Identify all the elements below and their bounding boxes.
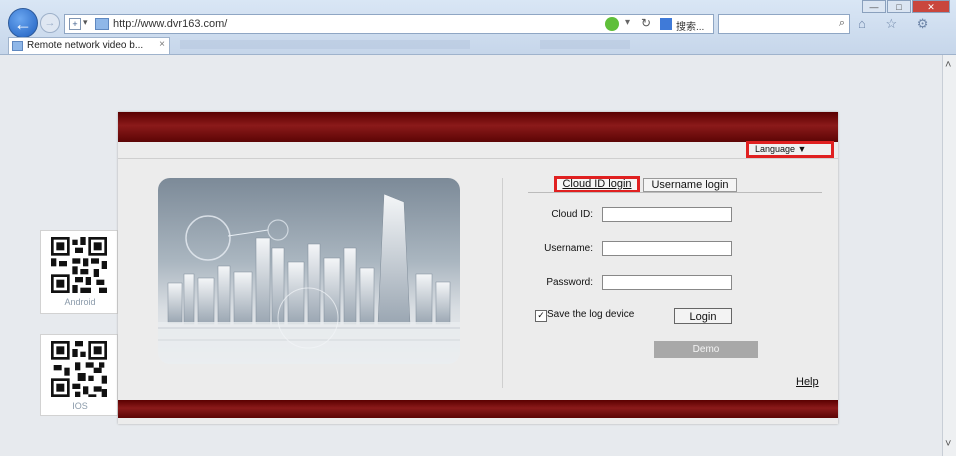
password-label: Password: <box>546 277 593 288</box>
save-device-label: Save the log device <box>547 309 635 320</box>
password-input[interactable] <box>602 275 732 290</box>
tab-underline <box>528 192 822 193</box>
header-divider <box>118 158 838 159</box>
username-label: Username: <box>544 243 593 254</box>
browser-chrome: ← → + ▾ http://www.dvr163.com/ ▾ ↻ 搜索...… <box>0 0 956 55</box>
tab-cloud-id-login[interactable]: Cloud ID login <box>554 176 640 193</box>
demo-button[interactable]: Demo <box>654 341 758 358</box>
username-input[interactable] <box>602 241 732 256</box>
qr-label-android: Android <box>64 297 96 307</box>
site-favicon-icon <box>95 18 109 30</box>
login-panel: Language ▼ Cloud ID login Username login… <box>118 112 838 424</box>
refresh-icon[interactable]: ↻ <box>641 16 651 30</box>
search-provider-icon <box>660 18 672 30</box>
save-device-checkbox-row[interactable]: ✓ Save the log device <box>535 309 634 322</box>
toolbar-icons[interactable]: ⌂ ☆ ⚙ <box>858 16 936 32</box>
page-icon: + <box>69 18 81 30</box>
search-input[interactable]: ⌕ <box>718 14 850 34</box>
tab-title[interactable]: Remote network video b... <box>27 40 143 51</box>
url-text[interactable]: http://www.dvr163.com/ <box>113 18 227 30</box>
cloud-id-label: Cloud ID: <box>551 209 593 220</box>
search-icon[interactable]: ⌕ <box>839 17 845 30</box>
city-illustration <box>158 193 460 364</box>
qr-code-ios <box>51 341 107 397</box>
blurred-tab-area <box>180 40 470 49</box>
search-provider-label[interactable]: 搜索... <box>676 18 704 33</box>
blurred-tab-area-2 <box>540 40 630 49</box>
vertical-scrollbar[interactable]: ˄ ˅ <box>942 55 956 456</box>
chevron-down-icon[interactable]: ▾ <box>83 17 88 28</box>
close-window-button[interactable]: ✕ <box>912 0 950 13</box>
scroll-down-icon[interactable]: ˅ <box>945 438 951 450</box>
qr-code-android <box>51 237 107 293</box>
qr-card-ios: IOS <box>40 334 118 416</box>
address-bar[interactable]: + ▾ http://www.dvr163.com/ ▾ ↻ 搜索... <box>64 14 714 34</box>
qr-card-android: Android <box>40 230 118 314</box>
tab-username-login[interactable]: Username login <box>643 178 737 192</box>
back-arrow-icon[interactable]: ← <box>8 8 38 38</box>
cloud-id-input[interactable] <box>602 207 732 222</box>
save-device-checkbox[interactable]: ✓ <box>535 310 547 322</box>
forward-arrow-icon[interactable]: → <box>40 13 60 33</box>
login-button[interactable]: Login <box>674 308 732 324</box>
compatibility-icon[interactable] <box>605 17 619 31</box>
city-hero-image <box>158 178 460 364</box>
language-dropdown[interactable]: Language ▼ <box>746 141 834 158</box>
help-link[interactable]: Help <box>796 376 819 388</box>
minimize-button[interactable]: — <box>862 0 886 13</box>
footer-band <box>118 400 838 418</box>
vertical-divider <box>502 178 503 388</box>
qr-label-ios: IOS <box>72 401 88 411</box>
address-dropdown-icon[interactable]: ▾ <box>625 17 630 28</box>
close-tab-icon[interactable]: × <box>159 39 165 50</box>
browser-tab[interactable]: Remote network video b... × <box>8 37 170 54</box>
header-band <box>118 112 838 142</box>
maximize-button[interactable]: □ <box>887 0 911 13</box>
window-controls: — □ ✕ <box>861 0 950 13</box>
tab-favicon-icon <box>12 41 23 51</box>
scroll-up-icon[interactable]: ˄ <box>945 59 951 71</box>
